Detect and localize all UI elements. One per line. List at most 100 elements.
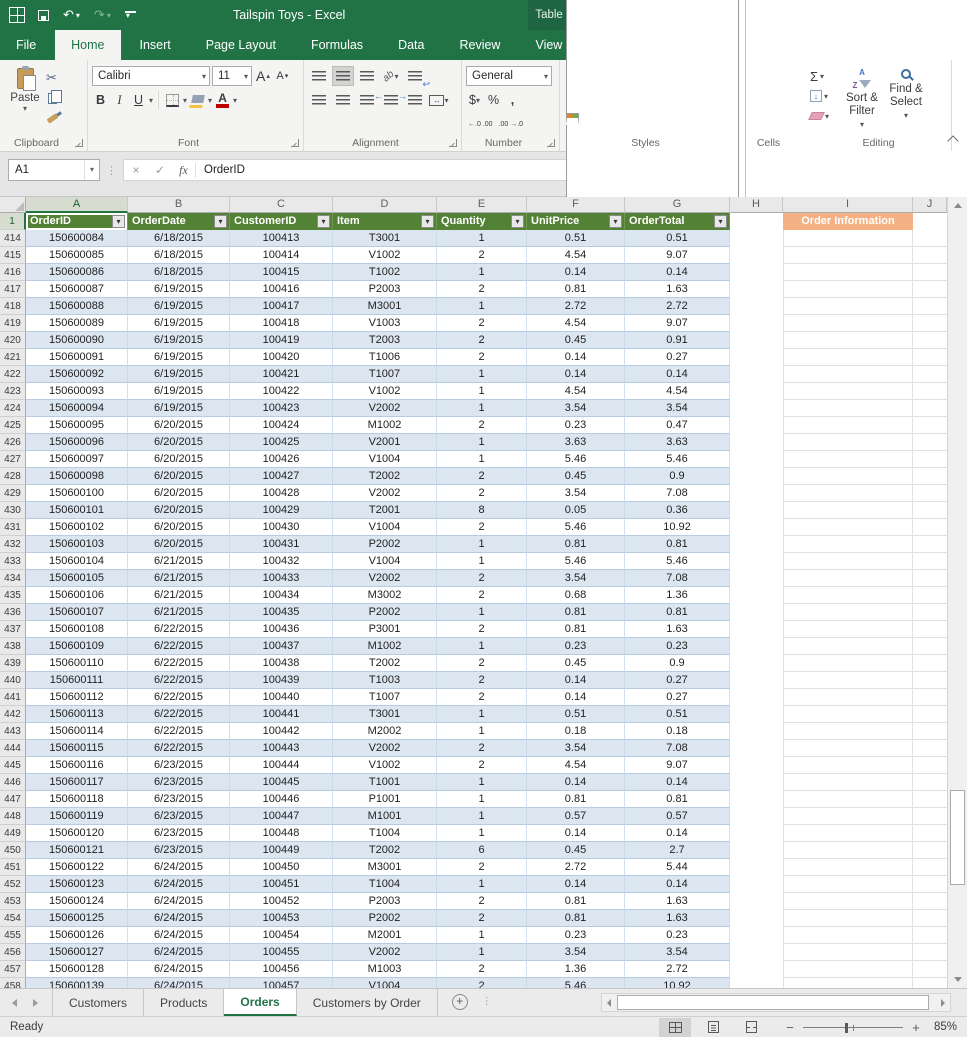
cell[interactable]: 100429: [230, 502, 333, 519]
cell[interactable]: [913, 859, 947, 876]
cell[interactable]: [730, 434, 783, 451]
cell[interactable]: 100452: [230, 893, 333, 910]
cell[interactable]: V2002: [333, 740, 437, 757]
cell[interactable]: 150600114: [26, 723, 128, 740]
cell[interactable]: [913, 383, 947, 400]
cell[interactable]: 6/18/2015: [128, 264, 230, 281]
cell[interactable]: 6/19/2015: [128, 383, 230, 400]
cell[interactable]: [730, 791, 783, 808]
cell[interactable]: 2: [437, 757, 527, 774]
cell[interactable]: 100446: [230, 791, 333, 808]
vertical-scroll-thumb[interactable]: [950, 790, 965, 885]
cell[interactable]: [730, 706, 783, 723]
cell[interactable]: 2: [437, 570, 527, 587]
align-center-button[interactable]: [332, 90, 354, 110]
row-header-426[interactable]: 426: [0, 434, 26, 451]
zoom-out-button[interactable]: −: [785, 1020, 795, 1035]
cell[interactable]: 6/20/2015: [128, 417, 230, 434]
row-header-415[interactable]: 415: [0, 247, 26, 264]
cell[interactable]: 6/22/2015: [128, 723, 230, 740]
cell[interactable]: [913, 723, 947, 740]
cell[interactable]: 100436: [230, 621, 333, 638]
cell[interactable]: 2: [437, 672, 527, 689]
cell[interactable]: 6/20/2015: [128, 468, 230, 485]
cell[interactable]: T1002: [333, 264, 437, 281]
cell[interactable]: 0.05: [527, 502, 625, 519]
cell[interactable]: [783, 808, 913, 825]
column-header-I[interactable]: I: [783, 197, 913, 213]
sheet-tab-orders[interactable]: Orders: [224, 989, 297, 1016]
cell[interactable]: 150600095: [26, 417, 128, 434]
tab-page-layout[interactable]: Page Layout: [190, 30, 292, 60]
cell[interactable]: 7.08: [625, 740, 730, 757]
next-sheet-arrow[interactable]: [33, 998, 38, 1007]
cell[interactable]: [913, 315, 947, 332]
cell[interactable]: 0.27: [625, 672, 730, 689]
cell[interactable]: T2002: [333, 842, 437, 859]
row-header-450[interactable]: 450: [0, 842, 26, 859]
tab-insert[interactable]: Insert: [124, 30, 187, 60]
cell[interactable]: V1004: [333, 519, 437, 536]
cell[interactable]: 0.23: [625, 927, 730, 944]
cell[interactable]: 6/19/2015: [128, 400, 230, 417]
table-header-orderid[interactable]: OrderID: [26, 213, 128, 230]
cell[interactable]: [783, 859, 913, 876]
cell[interactable]: 150600100: [26, 485, 128, 502]
cell[interactable]: V2002: [333, 944, 437, 961]
column-header-H[interactable]: H: [730, 197, 783, 213]
cell[interactable]: 100426: [230, 451, 333, 468]
cell[interactable]: 100445: [230, 774, 333, 791]
tab-home[interactable]: Home: [55, 30, 121, 60]
row-header-444[interactable]: 444: [0, 740, 26, 757]
cell[interactable]: 3.63: [527, 434, 625, 451]
cell[interactable]: 150600128: [26, 961, 128, 978]
cell[interactable]: 150600110: [26, 655, 128, 672]
cell-j1[interactable]: [913, 213, 947, 230]
cell[interactable]: 100449: [230, 842, 333, 859]
cell[interactable]: 5.46: [625, 553, 730, 570]
cell[interactable]: 100453: [230, 910, 333, 927]
borders-caret-icon[interactable]: ▾: [183, 96, 187, 105]
cell[interactable]: [913, 553, 947, 570]
cell[interactable]: P2002: [333, 910, 437, 927]
cell[interactable]: P1001: [333, 791, 437, 808]
cell[interactable]: [783, 519, 913, 536]
cell[interactable]: 0.27: [625, 689, 730, 706]
cell[interactable]: 2: [437, 281, 527, 298]
cell[interactable]: 1: [437, 230, 527, 247]
cell[interactable]: 150600094: [26, 400, 128, 417]
cell[interactable]: 2: [437, 247, 527, 264]
enter-button[interactable]: ✓: [148, 163, 172, 177]
cell[interactable]: 2: [437, 587, 527, 604]
filter-dropdown-icon[interactable]: [214, 215, 227, 228]
cell[interactable]: 10.92: [625, 978, 730, 988]
cell[interactable]: 5.46: [527, 553, 625, 570]
cell[interactable]: [783, 757, 913, 774]
scroll-left-arrow[interactable]: [602, 998, 616, 1007]
cell[interactable]: M1003: [333, 961, 437, 978]
cell[interactable]: V1002: [333, 757, 437, 774]
cell[interactable]: [783, 417, 913, 434]
cell[interactable]: 1: [437, 451, 527, 468]
tab-formulas[interactable]: Formulas: [295, 30, 379, 60]
cell[interactable]: 1: [437, 944, 527, 961]
page-layout-view-button[interactable]: [697, 1018, 729, 1037]
cell[interactable]: T1001: [333, 774, 437, 791]
cell[interactable]: V1002: [333, 383, 437, 400]
cell[interactable]: 0.14: [625, 366, 730, 383]
cell[interactable]: [730, 655, 783, 672]
cell[interactable]: 0.14: [527, 825, 625, 842]
bold-button[interactable]: B: [92, 91, 109, 110]
column-header-G[interactable]: G: [625, 197, 730, 213]
cell[interactable]: P3001: [333, 621, 437, 638]
clear-button[interactable]: ▾: [808, 106, 840, 126]
fill-button[interactable]: ↓ ▾: [810, 86, 840, 106]
cell[interactable]: V2002: [333, 400, 437, 417]
cell[interactable]: 0.18: [625, 723, 730, 740]
cell[interactable]: 6/22/2015: [128, 706, 230, 723]
cell[interactable]: T1007: [333, 366, 437, 383]
cell[interactable]: 100454: [230, 927, 333, 944]
cell[interactable]: [783, 689, 913, 706]
cell[interactable]: [783, 502, 913, 519]
cell[interactable]: 100447: [230, 808, 333, 825]
